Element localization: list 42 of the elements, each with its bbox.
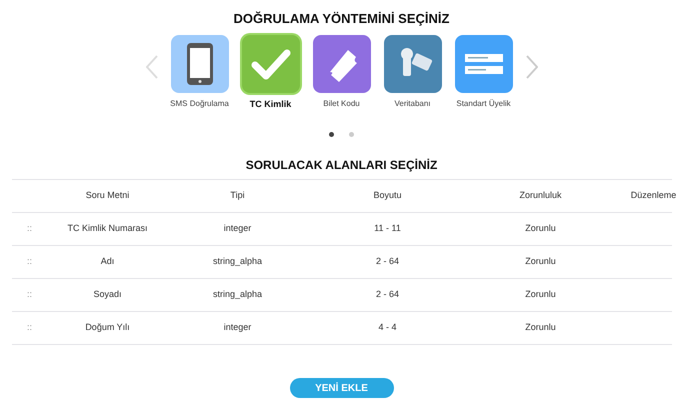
column-header: Boyutu xyxy=(372,189,403,202)
keys-icon xyxy=(384,34,442,92)
section-title: DOĞRULAMA YÖNTEMİNİ SEÇİNİZ xyxy=(234,10,450,28)
method-label: Veritabanı xyxy=(394,98,431,110)
method-option[interactable]: Bilet Kodu xyxy=(312,34,370,111)
table-cell-text: Soyadı xyxy=(92,288,123,302)
drag-handle[interactable]: :: xyxy=(12,288,48,302)
table-cell-text: Zorunlu xyxy=(524,255,557,268)
table-cell-text: integer xyxy=(222,222,252,236)
section-title: SORULACAK ALANLARI SEÇİNİZ xyxy=(246,157,438,174)
drag-handle[interactable]: :: xyxy=(12,222,48,236)
table-cell-text: 4 - 4 xyxy=(377,321,398,334)
table-cell-text: Adı xyxy=(100,255,116,268)
table-cell-text: string_alpha xyxy=(212,288,264,302)
table-cell-text: integer xyxy=(222,321,252,334)
column-header: Tipi xyxy=(229,189,246,202)
column-header: Düzenleme xyxy=(630,189,678,202)
method-option[interactable]: Standart Üyelik xyxy=(454,34,512,111)
table-cell-text: 11 - 11 xyxy=(373,222,402,236)
ticket-icon xyxy=(312,34,370,92)
table-cell-text: Zorunlu xyxy=(524,321,557,334)
method-label: Standart Üyelik xyxy=(456,98,511,110)
table-cell-text: 2 - 64 xyxy=(374,288,400,302)
table-cell-text: 2 - 64 xyxy=(374,255,400,268)
table-cell-text: string_alpha xyxy=(212,255,264,268)
method-label: Bilet Kodu xyxy=(323,98,360,110)
column-header: Soru Metni xyxy=(84,189,130,202)
method-label: SMS Doğrulama xyxy=(170,98,229,110)
login-form-icon xyxy=(454,34,512,92)
method-option[interactable]: TC Kimlik xyxy=(242,34,300,111)
drag-handle[interactable]: :: xyxy=(12,255,48,269)
table-cell-text: Doğum Yılı xyxy=(84,321,131,334)
drag-handle[interactable]: :: xyxy=(12,321,48,335)
method-option[interactable]: SMS Doğrulama xyxy=(170,34,228,111)
checkmark-icon xyxy=(242,34,300,92)
method-label: TC Kimlik xyxy=(250,98,292,110)
column-header: Zorunluluk xyxy=(518,189,563,202)
table-cell-text: Zorunlu xyxy=(524,222,557,236)
method-option[interactable]: Veritabanı xyxy=(384,34,442,111)
phone-icon xyxy=(170,34,228,92)
table-cell-text: TC Kimlik Numarası xyxy=(66,222,148,236)
table-cell-text: Zorunlu xyxy=(524,288,557,302)
